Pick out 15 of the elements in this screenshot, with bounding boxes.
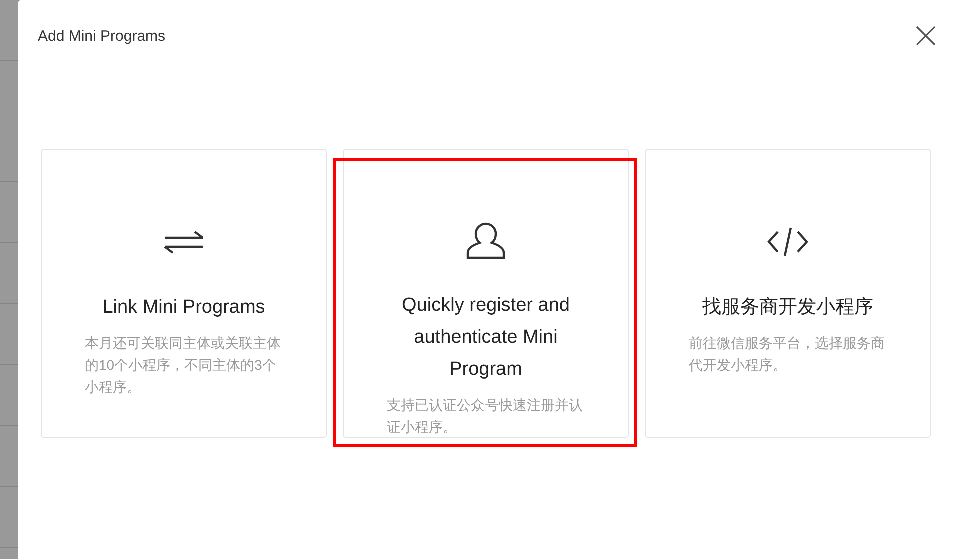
card-description: 前往微信服务平台，选择服务商代开发小程序。 (688, 334, 886, 375)
code-icon (767, 226, 809, 258)
user-icon (466, 222, 506, 260)
card-title: 找服务商开发小程序 (702, 296, 874, 320)
close-icon (916, 26, 936, 46)
swap-arrows-icon (163, 230, 205, 254)
option-card[interactable]: Link Mini Programs 本月还可关联同主体或关联主体的10个小程序，不同主体的3个小程序。 (41, 149, 327, 438)
close-button[interactable] (914, 24, 938, 48)
option-card[interactable]: 找服务商开发小程序 前往微信服务平台，选择服务商代开发小程序。 (645, 149, 931, 438)
card-description: 本月还可关联同主体或关联主体的10个小程序，不同主体的3个小程序。 (84, 334, 282, 397)
dialog-title: Add Mini Programs (38, 28, 166, 44)
card-title: Quickly register and authenticate Mini Program (401, 294, 571, 382)
card-title: Link Mini Programs (102, 296, 266, 320)
option-card[interactable]: Quickly register and authenticate Mini Program 支持已认证公众号快速注册并认证小程序。 (343, 149, 629, 438)
card-description: 支持已认证公众号快速注册并认证小程序。 (386, 396, 584, 437)
